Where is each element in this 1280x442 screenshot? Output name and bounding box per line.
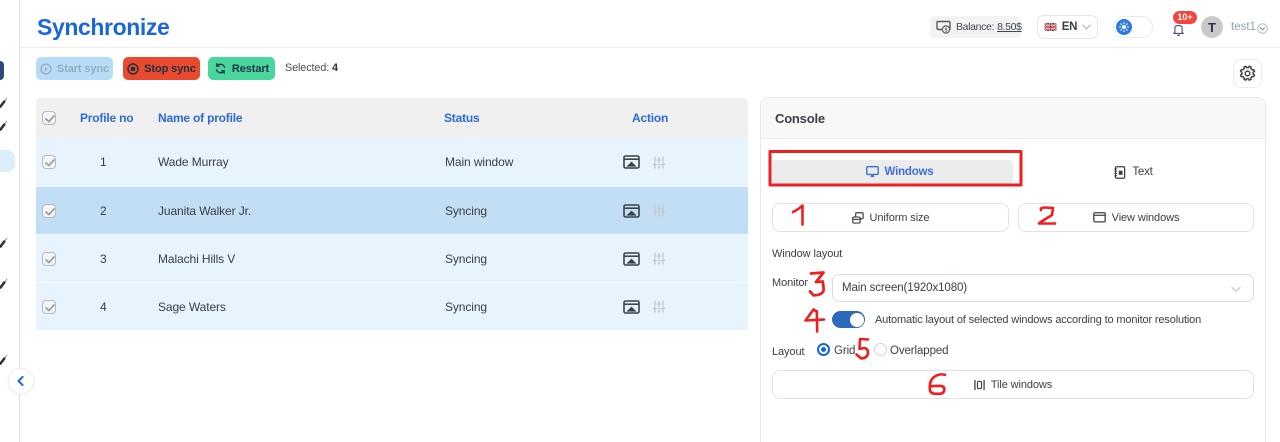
svg-text:$: $ bbox=[944, 28, 947, 34]
